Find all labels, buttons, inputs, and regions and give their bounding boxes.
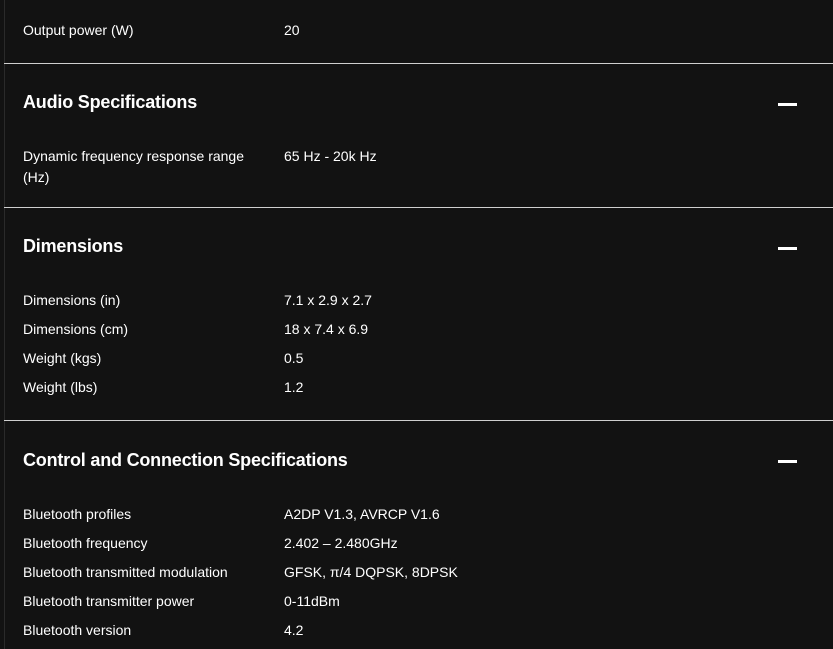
spec-label: Dimensions (in) bbox=[23, 292, 121, 308]
spec-label: Bluetooth transmitter power bbox=[23, 593, 195, 609]
minus-icon bbox=[778, 247, 797, 250]
spec-value: 4.2 bbox=[284, 622, 304, 638]
spec-value: 20 bbox=[284, 22, 300, 38]
spec-row-bluetooth-frequency: Bluetooth frequency 2.402 – 2.480GHz bbox=[23, 533, 543, 554]
spec-value: 0.5 bbox=[284, 350, 304, 366]
spec-row-dimensions-in: Dimensions (in) 7.1 x 2.9 x 2.7 bbox=[23, 290, 543, 311]
spec-row-bluetooth-profiles: Bluetooth profiles A2DP V1.3, AVRCP V1.6 bbox=[23, 504, 543, 525]
spec-value: 18 x 7.4 x 6.9 bbox=[284, 321, 369, 337]
spec-row-dimensions-cm: Dimensions (cm) 18 x 7.4 x 6.9 bbox=[23, 319, 543, 340]
spec-value: 65 Hz - 20k Hz bbox=[284, 148, 377, 164]
section-title-audio[interactable]: Audio Specifications bbox=[23, 92, 197, 113]
spec-label: Weight (kgs) bbox=[23, 350, 102, 366]
section-divider bbox=[4, 63, 833, 64]
spec-label: Dynamic frequency response range (Hz) bbox=[23, 148, 245, 185]
spec-label: Output power (W) bbox=[23, 22, 134, 38]
spec-label: Bluetooth version bbox=[23, 622, 132, 638]
section-title-control-connection[interactable]: Control and Connection Specifications bbox=[23, 450, 348, 471]
spec-value: 0-11dBm bbox=[284, 593, 340, 609]
spec-label: Weight (lbs) bbox=[23, 379, 98, 395]
left-border bbox=[4, 0, 5, 649]
spec-value: 1.2 bbox=[284, 379, 304, 395]
spec-row-frequency-response: Dynamic frequency response range (Hz) 65… bbox=[23, 146, 543, 188]
spec-label: Bluetooth frequency bbox=[23, 535, 148, 551]
collapse-audio-button[interactable] bbox=[778, 94, 797, 114]
section-divider bbox=[4, 207, 833, 208]
section-title-dimensions[interactable]: Dimensions bbox=[23, 236, 123, 257]
spec-row-output-power: Output power (W) 20 bbox=[23, 20, 543, 41]
spec-value: A2DP V1.3, AVRCP V1.6 bbox=[284, 506, 440, 522]
collapse-control-connection-button[interactable] bbox=[778, 451, 797, 471]
minus-icon bbox=[778, 460, 797, 463]
spec-row-bluetooth-version: Bluetooth version 4.2 bbox=[23, 620, 543, 641]
spec-label: Dimensions (cm) bbox=[23, 321, 129, 337]
spec-value: 7.1 x 2.9 x 2.7 bbox=[284, 292, 372, 308]
spec-label: Bluetooth profiles bbox=[23, 506, 132, 522]
minus-icon bbox=[778, 103, 797, 106]
spec-row-bluetooth-power: Bluetooth transmitter power 0-11dBm bbox=[23, 591, 543, 612]
spec-row-bluetooth-modulation: Bluetooth transmitted modulation GFSK, π… bbox=[23, 562, 543, 583]
spec-panel: Output power (W) 20 Audio Specifications… bbox=[0, 0, 833, 649]
spec-row-weight-kgs: Weight (kgs) 0.5 bbox=[23, 348, 543, 369]
collapse-dimensions-button[interactable] bbox=[778, 238, 797, 258]
spec-value: GFSK, π/4 DQPSK, 8DPSK bbox=[284, 564, 458, 580]
spec-label: Bluetooth transmitted modulation bbox=[23, 564, 228, 580]
section-divider bbox=[4, 420, 833, 421]
spec-row-weight-lbs: Weight (lbs) 1.2 bbox=[23, 377, 543, 398]
spec-value: 2.402 – 2.480GHz bbox=[284, 535, 398, 551]
